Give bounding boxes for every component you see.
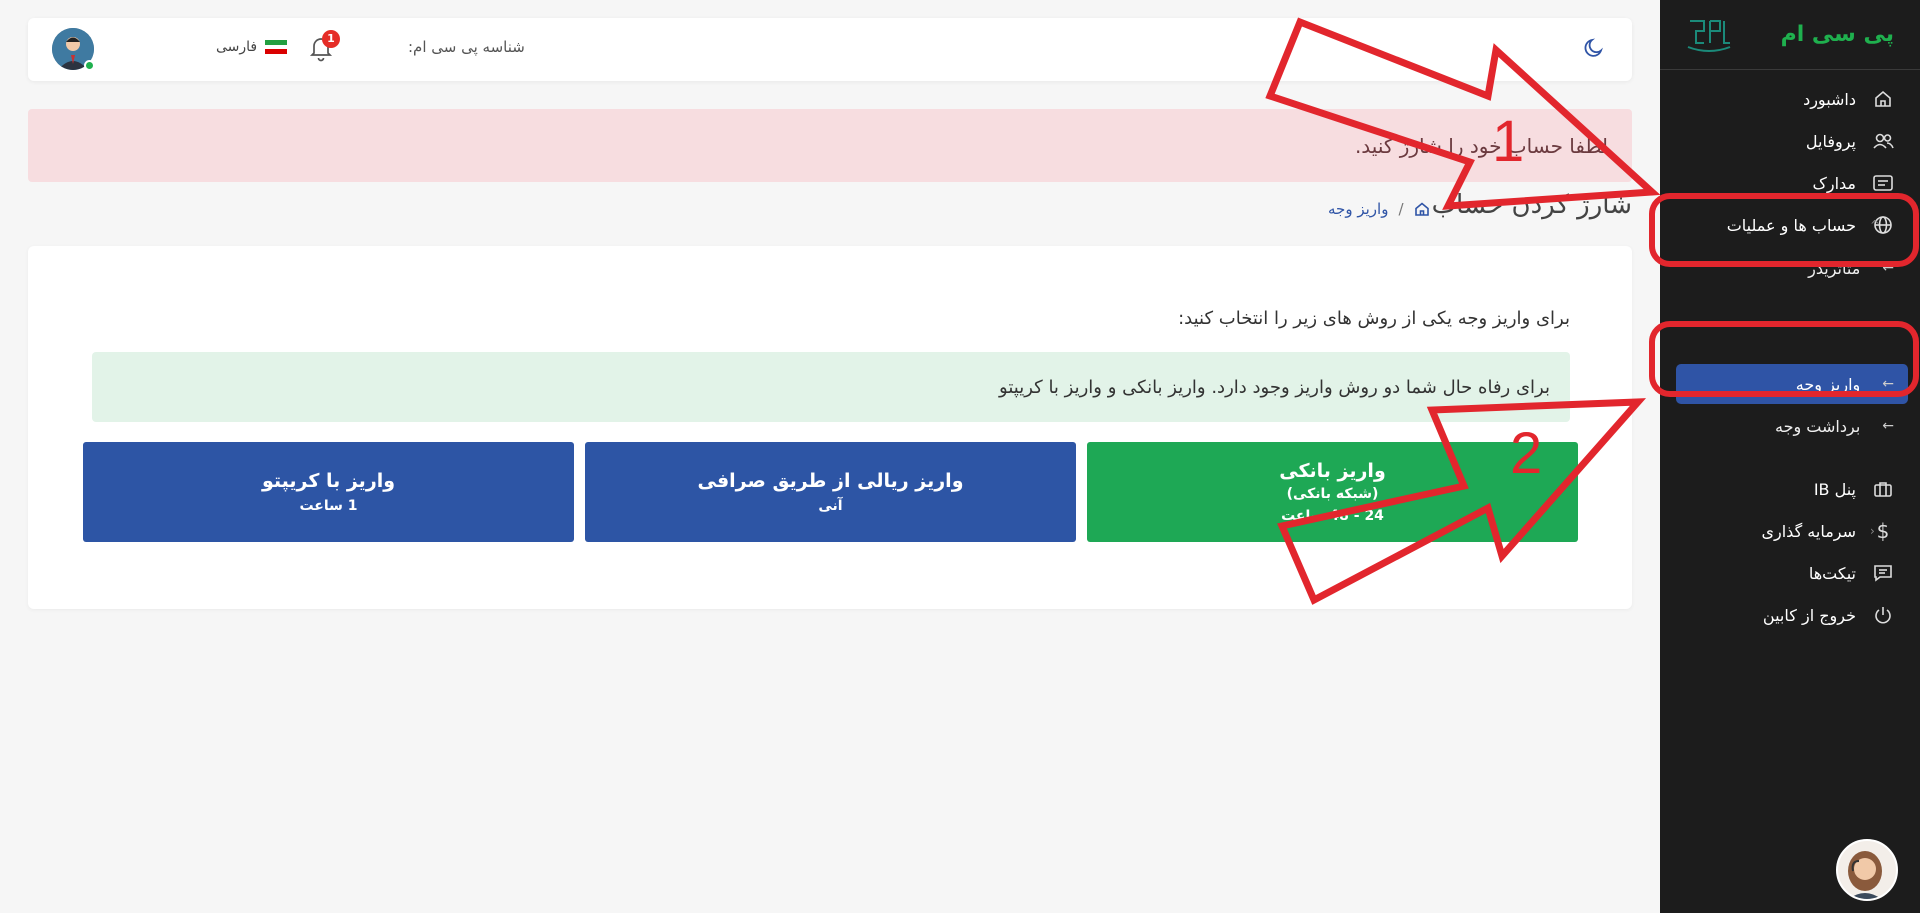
brand-name[interactable]: پی سی ام — [1781, 22, 1894, 47]
logo-icon[interactable] — [1684, 15, 1734, 55]
sidebar-subitem-label: متاتریدر — [1808, 258, 1861, 278]
language-selector[interactable]: فارسی — [216, 39, 288, 55]
method-time: 1 ساعت — [299, 498, 358, 514]
method-title: واریز ریالی از طریق صرافی — [697, 470, 964, 492]
users-icon — [1872, 130, 1894, 152]
dark-mode-toggle-icon[interactable] — [1580, 36, 1606, 62]
sidebar-item-documents[interactable]: مدارک — [1660, 166, 1920, 200]
breadcrumb-current[interactable]: واریز وجه — [1328, 200, 1388, 218]
sidebar-item-accounts[interactable]: حساب ها و عملیات ^ — [1660, 206, 1920, 244]
arrow-left-icon: ← — [1882, 260, 1894, 276]
sidebar-subitem-withdraw[interactable]: ← برداشت وجه — [1676, 406, 1908, 446]
id-card-icon — [1872, 172, 1894, 194]
sidebar-item-tickets[interactable]: تیکت‌ها — [1660, 554, 1920, 592]
sidebar-item-investment[interactable]: $ سرمایه گذاری ‹ — [1660, 512, 1920, 550]
alert-text: لطفا حساب خود را شارژ کنید. — [1354, 133, 1608, 158]
briefcase-icon — [1872, 478, 1894, 500]
message-icon — [1872, 562, 1894, 584]
sidebar-item-ib-panel[interactable]: پنل IB — [1660, 470, 1920, 508]
sidebar-subitem-metatrader[interactable]: ← متاتریدر — [1676, 248, 1908, 288]
home-icon[interactable] — [1414, 201, 1430, 217]
arrow-left-icon: ← — [1882, 418, 1894, 434]
breadcrumb: / واریز وجه — [1328, 200, 1430, 218]
sidebar-item-profile[interactable]: پروفایل — [1660, 124, 1920, 158]
method-time: 24 - 48 ساعت — [1281, 508, 1384, 524]
annotation-label-2: 2 — [1510, 421, 1543, 486]
sidebar-item-logout[interactable]: خروج از کابین — [1660, 596, 1920, 634]
exchange-deposit-button[interactable]: واریز ریالی از طریق صرافی آنی — [585, 442, 1076, 542]
sidebar-item-label: سرمایه گذاری — [1761, 521, 1856, 541]
charge-account-alert: لطفا حساب خود را شارژ کنید. — [28, 109, 1632, 182]
page-title: شارژ کردن حساب — [1431, 190, 1632, 220]
method-title: واریز با کریپتو — [261, 470, 396, 492]
sidebar-item-label: خروج از کابین — [1762, 605, 1856, 625]
arrow-left-icon: ← — [1882, 376, 1894, 392]
method-subtitle: (شبکه بانکی) — [1286, 486, 1379, 502]
method-title: واریز بانکی — [1279, 460, 1386, 482]
iran-flag-icon — [265, 40, 288, 55]
sidebar-subitem-label: برداشت وجه — [1775, 416, 1861, 436]
sidebar-item-label: تیکت‌ها — [1808, 563, 1856, 583]
sidebar-item-label: پروفایل — [1805, 131, 1856, 151]
dollar-icon: $ — [1876, 519, 1890, 543]
chevron-left-icon: ‹ — [1870, 524, 1875, 538]
topbar: شناسه پی سی ام: 1 فارسی — [28, 18, 1632, 81]
deposit-methods-card: برای واریز وجه یکی از روش های زیر را انت… — [28, 246, 1632, 609]
annotation-label-1: 1 — [1492, 109, 1525, 174]
sidebar-subitem-deposit[interactable]: ← واریز وجه — [1676, 364, 1908, 404]
chevron-up-icon: ^ — [1870, 218, 1881, 232]
sidebar-header: پی سی ام — [1660, 0, 1920, 70]
online-status-dot — [84, 60, 95, 71]
notification-count-badge: 1 — [322, 30, 340, 48]
sidebar-item-label: داشبورد — [1803, 89, 1856, 109]
support-chat-avatar[interactable] — [1836, 839, 1898, 901]
crypto-deposit-button[interactable]: واریز با کریپتو 1 ساعت — [83, 442, 574, 542]
language-label: فارسی — [216, 39, 258, 55]
bank-deposit-button[interactable]: واریز بانکی (شبکه بانکی) 24 - 48 ساعت — [1087, 442, 1578, 542]
sidebar-item-label: پنل IB — [1813, 479, 1856, 499]
deposit-info-text: برای رفاه حال شما دو روش واریز وجود دارد… — [999, 376, 1550, 398]
sidebar-item-label: مدارک — [1812, 173, 1856, 193]
method-time: آنی — [818, 498, 843, 514]
home-icon — [1872, 88, 1894, 110]
breadcrumb-separator: / — [1398, 200, 1404, 218]
sidebar: پی سی ام داشبورد پروفایل مدارک حساب ها و… — [1660, 0, 1920, 913]
sidebar-subitem-label: واریز وجه — [1795, 374, 1861, 394]
deposit-intro-text: برای واریز وجه یکی از روش های زیر را انت… — [1178, 308, 1570, 329]
account-id-label: شناسه پی سی ام: — [408, 38, 525, 56]
power-icon — [1872, 604, 1894, 626]
sidebar-item-label: حساب ها و عملیات — [1726, 215, 1856, 235]
deposit-info-alert: برای رفاه حال شما دو روش واریز وجود دارد… — [92, 352, 1570, 422]
sidebar-item-dashboard[interactable]: داشبورد — [1660, 82, 1920, 116]
